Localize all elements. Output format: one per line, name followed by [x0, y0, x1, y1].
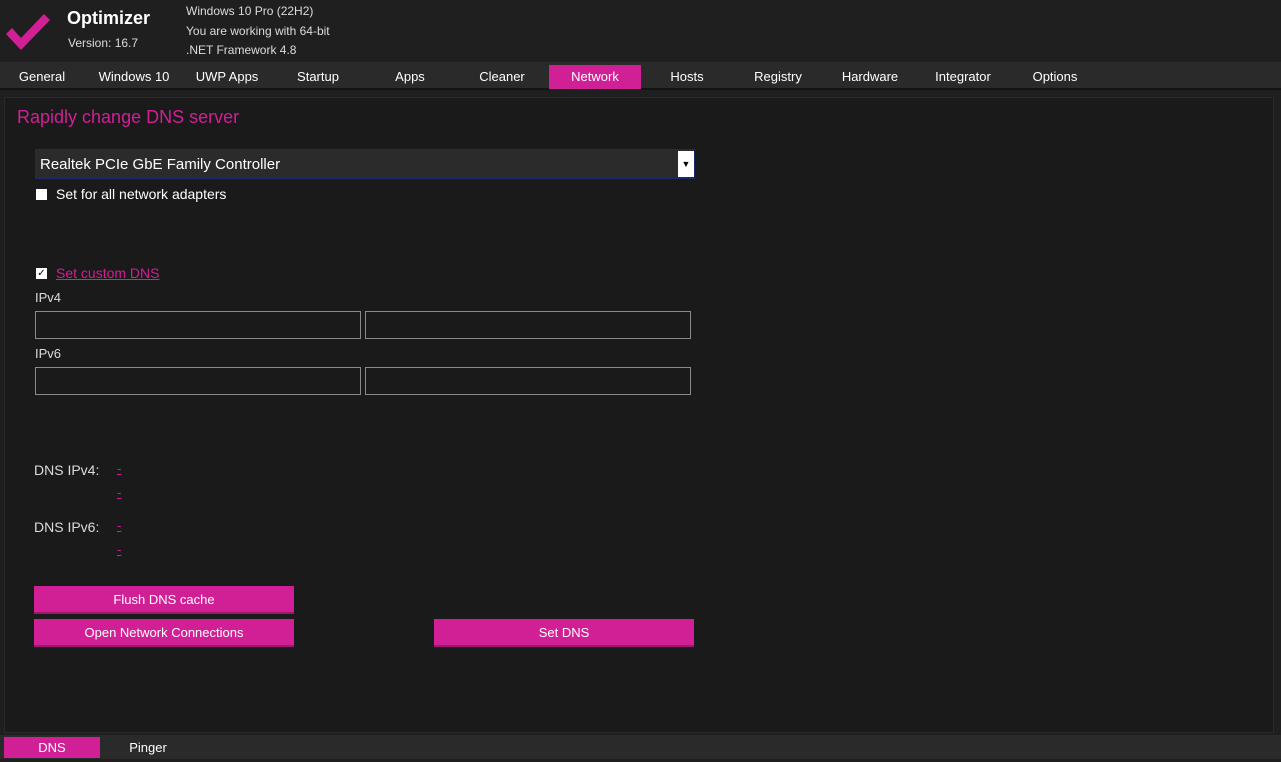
tab-network[interactable]: Network: [549, 65, 641, 89]
chevron-down-icon[interactable]: ▼: [678, 151, 694, 177]
architecture-info: You are working with 64-bit: [186, 23, 330, 38]
os-version: Windows 10 Pro (22H2): [186, 4, 314, 18]
tab-registry[interactable]: Registry: [738, 65, 818, 89]
ipv6-secondary-input[interactable]: [365, 367, 691, 395]
custom-dns-checkbox[interactable]: ✓: [36, 267, 47, 279]
flush-dns-button[interactable]: Flush DNS cache: [34, 586, 294, 614]
set-all-adapters-option[interactable]: Set for all network adapters: [36, 186, 226, 202]
custom-dns-option[interactable]: ✓ Set custom DNS: [36, 265, 159, 281]
network-subtab-bar: DNS Pinger: [0, 735, 1281, 759]
subtab-dns[interactable]: DNS: [4, 737, 100, 758]
ipv4-primary-input[interactable]: [35, 311, 361, 339]
dns-ipv4-label: DNS IPv4:: [34, 462, 100, 478]
dns-ipv4-secondary-value: -: [117, 485, 122, 500]
subtab-pinger[interactable]: Pinger: [100, 737, 196, 758]
tab-startup[interactable]: Startup: [278, 65, 358, 89]
system-info: Windows 10 Pro (22H2) You are working wi…: [186, 2, 330, 61]
tab-options[interactable]: Options: [1014, 65, 1096, 89]
adapter-selected-value: Realtek PCIe GbE Family Controller: [40, 156, 281, 173]
open-network-connections-button[interactable]: Open Network Connections: [34, 619, 294, 647]
app-title: Optimizer: [67, 8, 151, 28]
dns-ipv6-primary-value: -: [117, 518, 122, 533]
tab-uwp-apps[interactable]: UWP Apps: [186, 65, 268, 89]
framework-info: .NET Framework 4.8: [186, 43, 297, 57]
tab-hardware[interactable]: Hardware: [830, 65, 910, 89]
tab-general[interactable]: General: [4, 65, 80, 89]
adapter-dropdown[interactable]: Realtek PCIe GbE Family Controller ▼: [35, 149, 695, 179]
dns-ipv4-primary-value: -: [117, 461, 122, 476]
ipv6-primary-input[interactable]: [35, 367, 361, 395]
tab-hosts[interactable]: Hosts: [647, 65, 727, 89]
set-dns-button[interactable]: Set DNS: [434, 619, 694, 647]
app-version: Version: 16.7: [68, 36, 139, 50]
dns-ipv6-secondary-value: -: [117, 542, 122, 557]
ipv4-label: IPv4: [35, 290, 62, 305]
ipv6-label: IPv6: [35, 346, 62, 361]
main-tab-bar: General Windows 10 UWP Apps Startup Apps…: [0, 62, 1281, 90]
tab-integrator[interactable]: Integrator: [922, 65, 1004, 89]
tab-windows-10[interactable]: Windows 10: [94, 65, 174, 89]
dns-ipv6-label: DNS IPv6:: [34, 519, 100, 535]
set-all-adapters-checkbox[interactable]: [36, 188, 47, 200]
checkmark-icon: [6, 14, 50, 50]
app-header: Optimizer Version: 16.7 Windows 10 Pro (…: [0, 0, 1281, 62]
set-all-adapters-label: Set for all network adapters: [56, 186, 227, 202]
section-title: Rapidly change DNS server: [17, 107, 240, 127]
custom-dns-label[interactable]: Set custom DNS: [56, 265, 159, 281]
tab-apps[interactable]: Apps: [370, 65, 450, 89]
ipv4-secondary-input[interactable]: [365, 311, 691, 339]
network-panel: Rapidly change DNS server Realtek PCIe G…: [4, 97, 1274, 733]
tab-cleaner[interactable]: Cleaner: [462, 65, 542, 89]
